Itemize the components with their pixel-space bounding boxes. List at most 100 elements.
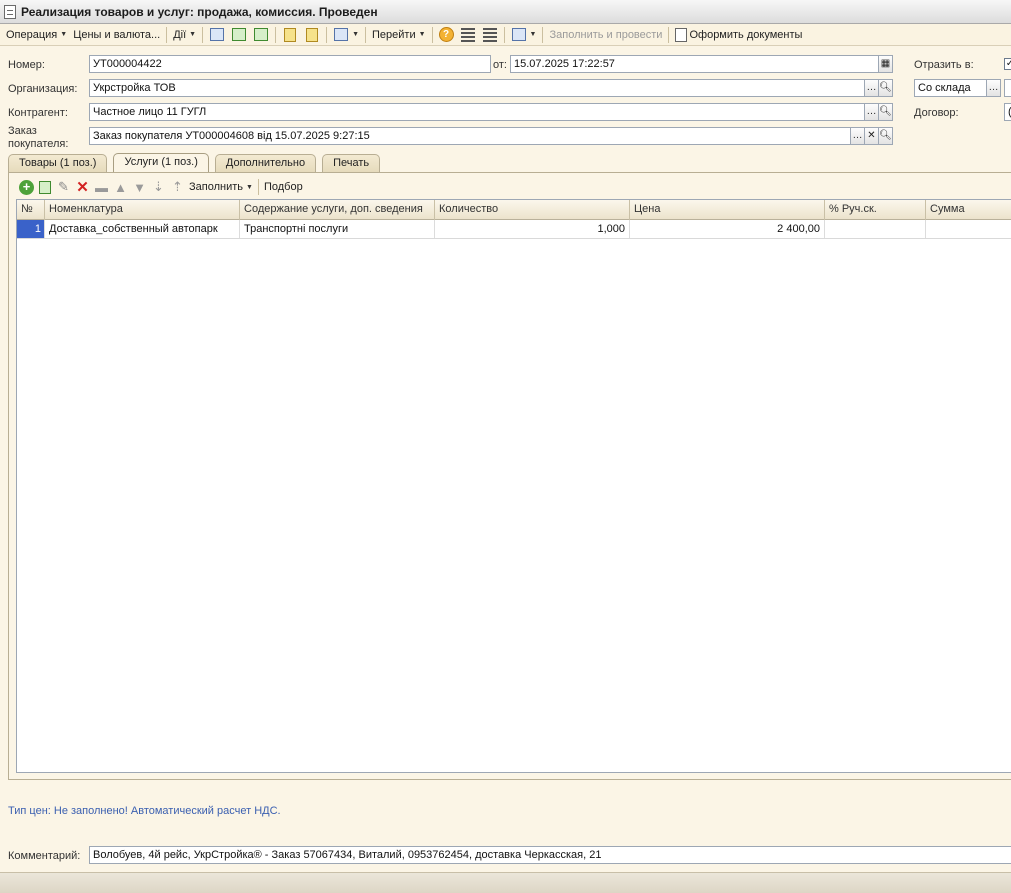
enter-based-button[interactable]: ▼ bbox=[330, 25, 362, 45]
organization-select-button[interactable]: … bbox=[864, 79, 879, 97]
add-row-button[interactable]: + bbox=[17, 177, 36, 197]
goto-menu[interactable]: Перейти ▼ bbox=[369, 25, 429, 45]
fill-and-post-button[interactable]: Заполнить и провести bbox=[546, 25, 665, 45]
order-open-button[interactable]: 🔍︎ bbox=[878, 127, 893, 145]
sum-cell[interactable] bbox=[926, 220, 1011, 238]
order-select-button[interactable]: … bbox=[850, 127, 865, 145]
toolbar-separator bbox=[542, 26, 544, 43]
column-header-number[interactable]: № bbox=[17, 200, 45, 220]
post-button[interactable] bbox=[228, 25, 250, 45]
search-icon: 🔍︎ bbox=[879, 130, 892, 141]
delete-icon: ✕ bbox=[76, 179, 89, 196]
content-cell[interactable]: Транспортні послуги bbox=[240, 220, 435, 238]
checklist-icon bbox=[482, 27, 497, 42]
movements-button[interactable] bbox=[279, 25, 301, 45]
organization-open-button[interactable]: 🔍︎ bbox=[878, 79, 893, 97]
number-label: Номер: bbox=[8, 59, 45, 71]
checklist-button[interactable] bbox=[479, 25, 501, 45]
move-down-button[interactable]: ▼ bbox=[130, 177, 149, 197]
number-field[interactable]: УТ000004422 bbox=[89, 55, 491, 73]
sort-asc-button[interactable]: ⇣ bbox=[149, 177, 168, 197]
customer-order-field[interactable]: Заказ покупателя УТ000004608 від 15.07.2… bbox=[89, 127, 851, 145]
warehouse-select-button[interactable]: … bbox=[986, 79, 1001, 97]
plus-icon: + bbox=[19, 179, 34, 195]
order-label-line2: покупателя: bbox=[8, 138, 69, 150]
discount-cell[interactable] bbox=[825, 220, 926, 238]
post-icon bbox=[232, 28, 247, 41]
organization-field[interactable]: Укрстройка ТОВ bbox=[89, 79, 865, 97]
sort-desc-icon: ⇡ bbox=[172, 179, 183, 194]
reflect-label: Отразить в: bbox=[914, 59, 974, 71]
toolbar-separator bbox=[257, 179, 259, 195]
services-table[interactable]: № Номенклатура Содержание услуги, доп. с… bbox=[16, 199, 1011, 773]
tab-goods[interactable]: Товары (1 поз.) bbox=[8, 154, 108, 172]
calendar-icon: ▦ bbox=[880, 58, 891, 69]
operation-menu[interactable]: Операция ▼ bbox=[3, 25, 70, 45]
help-button[interactable]: ? bbox=[436, 25, 457, 45]
date-label: от: bbox=[493, 59, 507, 71]
toolbar-separator bbox=[275, 26, 277, 43]
pick-button[interactable]: Подбор bbox=[262, 177, 305, 197]
table-header: № Номенклатура Содержание услуги, доп. с… bbox=[17, 200, 1011, 220]
tab-print[interactable]: Печать bbox=[322, 154, 381, 172]
calendar-button[interactable]: ▦ bbox=[878, 55, 893, 73]
save-icon: ▬ bbox=[95, 179, 108, 195]
tab-services[interactable]: Услуги (1 поз.) bbox=[113, 153, 209, 172]
document-icon bbox=[4, 4, 16, 19]
end-edit-button[interactable]: ▬ bbox=[92, 177, 111, 197]
price-type-info[interactable]: Тип цен: Не заполнено! Автоматический ра… bbox=[8, 805, 281, 817]
search-icon: 🔍︎ bbox=[879, 82, 892, 93]
column-header-sum[interactable]: Сумма bbox=[926, 200, 1011, 220]
pencil-icon: ✎ bbox=[58, 179, 69, 194]
contract-field[interactable]: ( bbox=[1004, 103, 1011, 121]
structure-button[interactable] bbox=[301, 25, 323, 45]
document-icon bbox=[675, 27, 688, 42]
contract-label: Договор: bbox=[914, 107, 959, 119]
item-cell[interactable]: Доставка_собственный автопарк bbox=[45, 220, 240, 238]
copy-row-button[interactable] bbox=[36, 177, 54, 197]
tab-additional[interactable]: Дополнительно bbox=[214, 154, 317, 172]
post-and-close-button[interactable] bbox=[206, 25, 228, 45]
toolbar-separator bbox=[503, 26, 505, 43]
fill-post-label: Заполнить и провести bbox=[549, 28, 663, 41]
operation-label: Операция bbox=[6, 28, 58, 41]
refresh-icon bbox=[254, 28, 269, 41]
make-documents-button[interactable]: Оформить документы bbox=[672, 25, 805, 45]
caret-down-icon: ▼ bbox=[189, 31, 197, 38]
prices-currency-button[interactable]: Цены и валюта... bbox=[70, 25, 163, 45]
column-header-price[interactable]: Цена bbox=[630, 200, 825, 220]
column-header-content[interactable]: Содержание услуги, доп. сведения bbox=[240, 200, 435, 220]
row-number-cell[interactable]: 1 bbox=[17, 220, 45, 238]
contractor-field[interactable]: Частное лицо 11 ГУГЛ bbox=[89, 103, 865, 121]
edit-row-button[interactable]: ✎ bbox=[54, 177, 73, 197]
refresh-button[interactable] bbox=[250, 25, 272, 45]
price-cell[interactable]: 2 400,00 bbox=[630, 220, 825, 238]
warehouse-field[interactable]: Со склада bbox=[914, 79, 987, 97]
post-close-icon bbox=[210, 28, 225, 41]
delete-row-button[interactable]: ✕ bbox=[73, 177, 92, 197]
toolbar-separator bbox=[166, 26, 168, 43]
warehouse-extra-field[interactable] bbox=[1004, 79, 1011, 97]
reflect-checkbox[interactable]: ✓ bbox=[1004, 58, 1011, 70]
ellipsis-icon: … bbox=[866, 106, 877, 117]
toolbar-separator bbox=[365, 26, 367, 43]
contractor-select-button[interactable]: … bbox=[864, 103, 879, 121]
contractor-open-button[interactable]: 🔍︎ bbox=[878, 103, 893, 121]
column-header-item[interactable]: Номенклатура bbox=[45, 200, 240, 220]
fill-menu[interactable]: Заполнить ▼ bbox=[187, 177, 255, 197]
make-docs-label: Оформить документы bbox=[689, 28, 803, 41]
list-button[interactable] bbox=[457, 25, 479, 45]
actions-menu[interactable]: Дії ▼ bbox=[170, 25, 199, 45]
comment-field[interactable]: Волобуев, 4й рейс, УкрСтройка® - Заказ 5… bbox=[89, 846, 1011, 864]
column-header-discount[interactable]: % Руч.ск. bbox=[825, 200, 926, 220]
movements-icon bbox=[284, 27, 297, 42]
table-row[interactable]: 1 Доставка_собственный автопарк Транспор… bbox=[17, 220, 1011, 239]
sort-desc-button[interactable]: ⇡ bbox=[168, 177, 187, 197]
status-bar bbox=[0, 872, 1011, 893]
order-clear-button[interactable]: ✕ bbox=[864, 127, 879, 145]
xml-button[interactable]: ▼ bbox=[508, 25, 540, 45]
move-up-button[interactable]: ▲ bbox=[111, 177, 130, 197]
quantity-cell[interactable]: 1,000 bbox=[435, 220, 630, 238]
column-header-quantity[interactable]: Количество bbox=[435, 200, 630, 220]
date-field[interactable]: 15.07.2025 17:22:57 bbox=[510, 55, 879, 73]
